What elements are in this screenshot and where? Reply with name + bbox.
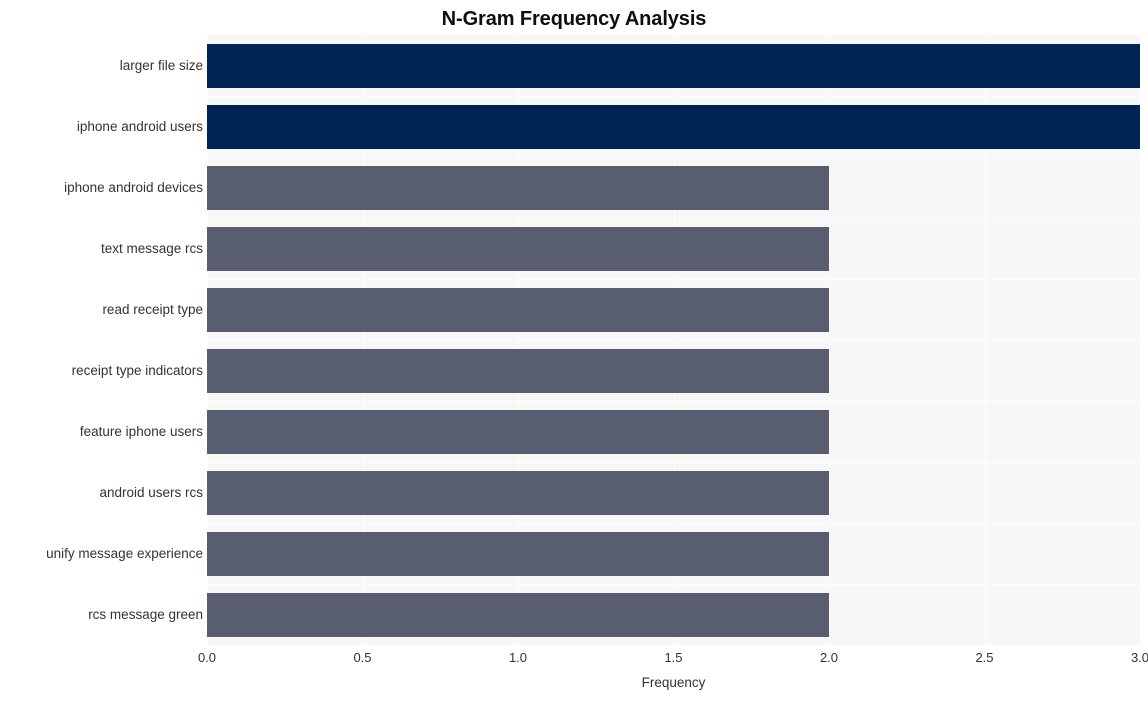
x-axis-title: Frequency: [641, 675, 706, 690]
x-axis-tick-label: 3.0: [1130, 650, 1148, 665]
x-axis-tick-label: 0.5: [353, 650, 372, 665]
bar: [207, 44, 1140, 88]
gridline-horizontal: [207, 340, 1140, 341]
y-axis-tick-label: unify message experience: [46, 546, 203, 561]
bar: [207, 471, 829, 515]
y-axis-labels: larger file size iphone android users ipho…: [0, 35, 203, 645]
plot-area: [207, 35, 1140, 645]
gridline-horizontal: [207, 401, 1140, 402]
y-axis-tick-label: receipt type indicators: [71, 363, 203, 378]
chart-title: N-Gram Frequency Analysis: [441, 8, 707, 30]
gridline-horizontal: [207, 523, 1140, 524]
x-axis-tick-labels: 0.0 0.5 1.0 1.5 2.0 2.5 3.0: [198, 645, 1148, 671]
y-axis-tick-label: feature iphone users: [79, 424, 203, 439]
bar: [207, 532, 829, 576]
y-axis-tick-label: text message rcs: [100, 241, 203, 256]
y-axis-tick-label: read receipt type: [102, 302, 203, 317]
gridline-horizontal: [207, 96, 1140, 97]
x-axis-tick-label: 2.5: [975, 650, 994, 665]
y-axis-tick-label: iphone android devices: [64, 180, 203, 195]
x-axis-tick-label: 2.0: [819, 650, 839, 665]
bar: [207, 410, 829, 454]
bar: [207, 166, 829, 210]
y-axis-tick-label: android users rcs: [99, 485, 203, 500]
x-axis-tick-label: 1.0: [508, 650, 528, 665]
gridline-horizontal: [207, 584, 1140, 585]
y-axis-tick-label: larger file size: [119, 58, 203, 73]
gridline-horizontal: [207, 218, 1140, 219]
bar: [207, 593, 829, 637]
gridline-horizontal: [207, 157, 1140, 158]
chart-figure: N-Gram Frequency Analysis larger file si…: [0, 0, 1148, 701]
bar: [207, 288, 829, 332]
bar: [207, 227, 829, 271]
x-axis-tick-label: 0.0: [197, 650, 217, 665]
bar: [207, 105, 1140, 149]
bar: [207, 349, 829, 393]
gridline-horizontal: [207, 279, 1140, 280]
y-axis-tick-label: iphone android users: [76, 119, 203, 134]
gridline-horizontal: [207, 462, 1140, 463]
y-axis-tick-label: rcs message green: [88, 607, 203, 622]
x-axis-tick-label: 1.5: [664, 650, 683, 665]
